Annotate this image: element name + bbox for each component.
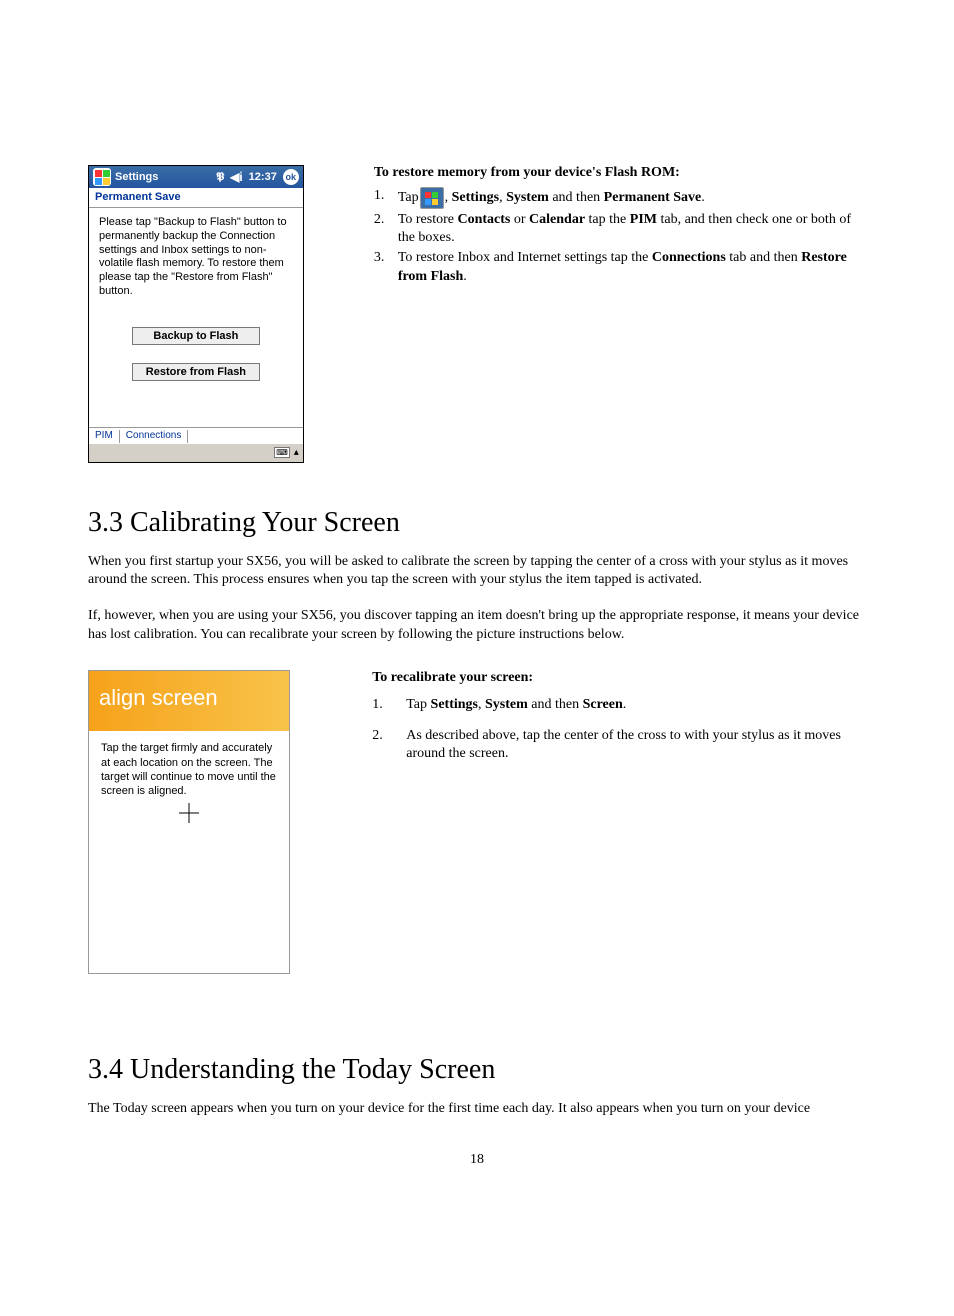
clock-text: 12:37 <box>249 171 277 183</box>
title-bar: Settings 𝕻 ◀ἱ 12:37 ok <box>89 166 303 188</box>
restore-from-flash-button[interactable]: Restore from Flash <box>132 363 260 381</box>
restore-instructions-title: To restore memory from your device's Fla… <box>374 165 868 181</box>
recalibrate-instructions-title: To recalibrate your screen: <box>372 670 868 686</box>
keyboard-icon[interactable]: ⌨ <box>274 447 290 458</box>
page: Settings 𝕻 ◀ἱ 12:37 ok Permanent Save Pl… <box>0 0 954 1316</box>
section-3-3-para-1: When you first startup your SX56, you wi… <box>88 553 868 590</box>
recalibrate-instructions: To recalibrate your screen: 1. Tap Setti… <box>372 670 868 765</box>
screenshot-align-screen: align screen Tap the target firmly and a… <box>88 670 290 974</box>
restore-instructions: To restore memory from your device's Fla… <box>374 165 868 288</box>
screen-subheader: Permanent Save <box>89 188 303 208</box>
cross-target-icon <box>101 803 277 830</box>
start-icon <box>420 187 444 209</box>
restore-step-2: 2. To restore Contacts or Calendar tap t… <box>374 211 868 247</box>
ok-button[interactable]: ok <box>283 169 299 185</box>
section-3-3-para-2: If, however, when you are using your SX5… <box>88 607 868 644</box>
screen-body-text: Please tap "Backup to Flash" button to p… <box>89 208 303 307</box>
backup-to-flash-button[interactable]: Backup to Flash <box>132 327 260 345</box>
screenshot-permanent-save: Settings 𝕻 ◀ἱ 12:37 ok Permanent Save Pl… <box>88 165 304 463</box>
align-screen-header: align screen <box>89 671 289 731</box>
tab-pim[interactable]: PIM <box>89 430 120 443</box>
align-screen-body: Tap the target firmly and accurately at … <box>89 731 289 839</box>
task-bar: ⌨ ▴ <box>89 443 303 462</box>
section-3-4-para-1: The Today screen appears when you turn o… <box>88 1100 868 1118</box>
restore-step-3: 3. To restore Inbox and Internet setting… <box>374 249 868 285</box>
restore-step-1: 1. Tap, Settings, System and then Perman… <box>374 187 868 209</box>
app-title: Settings <box>115 171 158 183</box>
section-3-3-heading: 3.3 Calibrating Your Screen <box>88 507 868 539</box>
up-arrow-icon[interactable]: ▴ <box>294 447 299 458</box>
recalibrate-step-1: 1. Tap Settings, System and then Screen. <box>372 696 868 714</box>
start-icon <box>93 168 111 186</box>
section-3-4-heading: 3.4 Understanding the Today Screen <box>88 1054 868 1086</box>
tab-connections[interactable]: Connections <box>120 430 189 443</box>
speaker-icon: ◀ἱ <box>230 170 243 184</box>
bottom-tabs: PIM Connections <box>89 427 303 443</box>
recalibrate-step-2: 2. As described above, tap the center of… <box>372 727 868 763</box>
page-number: 18 <box>0 1152 954 1168</box>
signal-icon: 𝕻 <box>216 171 224 184</box>
